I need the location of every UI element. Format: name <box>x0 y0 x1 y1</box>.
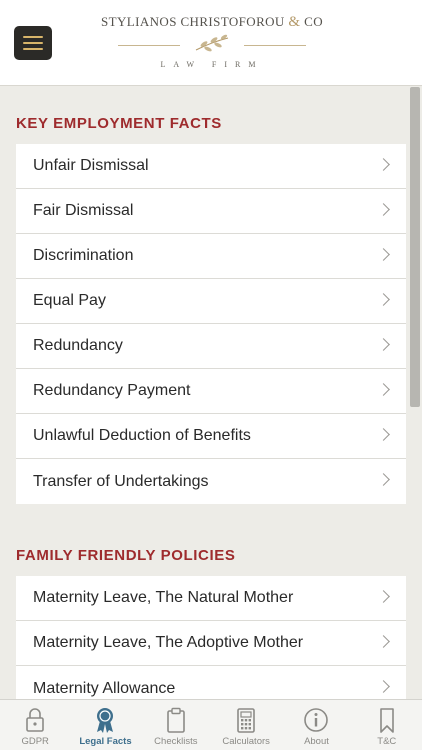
list-item-label: Transfer of Undertakings <box>33 472 209 490</box>
list-item[interactable]: Maternity Leave, The Natural Mother <box>16 576 406 621</box>
logo-title: STYLIANOS CHRISTOFOROU & CO <box>96 14 328 31</box>
chevron-right-icon <box>377 203 390 216</box>
list-item[interactable]: Maternity Leave, The Adoptive Mother <box>16 621 406 666</box>
chevron-right-icon <box>377 248 390 261</box>
tab-about[interactable]: About <box>281 700 351 750</box>
tab-label: Legal Facts <box>79 736 132 747</box>
tab-checklists[interactable]: Checklists <box>141 700 211 750</box>
tab-label: GDPR <box>21 736 49 747</box>
list-item-label: Unfair Dismissal <box>33 157 149 174</box>
logo-co: CO <box>304 14 323 29</box>
chevron-right-icon <box>377 635 390 648</box>
scrollbar[interactable] <box>410 87 420 407</box>
tab-gdpr[interactable]: GDPR <box>0 700 70 750</box>
list-item-label: Maternity Leave, The Adoptive Mother <box>33 634 304 651</box>
tab-label: T&C <box>377 736 397 747</box>
lock-icon <box>26 708 44 732</box>
chevron-right-icon <box>377 338 390 351</box>
list-item-label: Maternity Leave, The Natural Mother <box>33 589 294 606</box>
logo-rule-right <box>244 45 306 46</box>
chevron-right-icon <box>377 680 390 693</box>
list-item[interactable]: Transfer of Undertakings <box>16 459 406 504</box>
award-ribbon-icon <box>97 708 114 733</box>
list-item[interactable]: Unlawful Deduction of Benefits <box>16 414 406 459</box>
menu-line-icon <box>23 42 43 44</box>
chevron-right-icon <box>377 590 390 603</box>
hamburger-menu-button[interactable] <box>14 26 52 60</box>
section-title-key-employment: KEY EMPLOYMENT FACTS <box>16 115 222 132</box>
chevron-right-icon <box>377 383 390 396</box>
bookmark-icon <box>379 708 394 733</box>
firm-logo: STYLIANOS CHRISTOFOROU & CO LAW FIRM <box>96 14 328 74</box>
logo-rule-left <box>118 45 180 46</box>
list-item[interactable]: Redundancy <box>16 324 406 369</box>
list-item-label: Equal Pay <box>33 292 106 309</box>
list-item-label: Fair Dismissal <box>33 202 134 219</box>
legal-facts-content[interactable]: KEY EMPLOYMENT FACTS Unfair Dismissal Fa… <box>0 87 422 699</box>
chevron-right-icon <box>377 473 390 486</box>
tab-legal-facts[interactable]: Legal Facts <box>70 700 140 750</box>
bottom-tab-bar: GDPR Legal Facts Checklists Calculators <box>0 699 422 750</box>
calculator-icon <box>237 708 255 733</box>
list-item-label: Maternity Allowance <box>33 679 176 697</box>
family-friendly-list: Maternity Leave, The Natural Mother Mate… <box>16 576 406 699</box>
tab-calculators[interactable]: Calculators <box>211 700 281 750</box>
list-item-label: Redundancy <box>33 337 123 354</box>
olive-branch-icon <box>195 34 229 52</box>
chevron-right-icon <box>377 428 390 441</box>
menu-line-icon <box>23 36 43 38</box>
list-item-label: Discrimination <box>33 247 134 264</box>
list-item-label: Redundancy Payment <box>33 382 191 399</box>
clipboard-icon <box>167 707 185 733</box>
list-item[interactable]: Equal Pay <box>16 279 406 324</box>
tab-label: Calculators <box>222 736 270 747</box>
chevron-right-icon <box>377 293 390 306</box>
app-header: STYLIANOS CHRISTOFOROU & CO LAW FIRM <box>0 0 422 86</box>
list-item[interactable]: Discrimination <box>16 234 406 279</box>
list-item-label: Unlawful Deduction of Benefits <box>33 427 251 444</box>
section-title-family-friendly: FAMILY FRIENDLY POLICIES <box>16 547 236 564</box>
chevron-right-icon <box>377 158 390 171</box>
logo-subtitle: LAW FIRM <box>160 60 264 69</box>
logo-ampersand: & <box>288 14 301 30</box>
tab-label: About <box>304 736 329 747</box>
list-item[interactable]: Maternity Allowance <box>16 666 406 699</box>
list-item[interactable]: Fair Dismissal <box>16 189 406 234</box>
list-item[interactable]: Redundancy Payment <box>16 369 406 414</box>
logo-name: STYLIANOS CHRISTOFOROU <box>101 14 285 29</box>
tab-label: Checklists <box>154 736 198 747</box>
menu-line-icon <box>23 48 43 50</box>
tab-terms[interactable]: T&C <box>352 700 422 750</box>
key-employment-list: Unfair Dismissal Fair Dismissal Discrimi… <box>16 144 406 504</box>
list-item[interactable]: Unfair Dismissal <box>16 144 406 189</box>
info-icon <box>304 708 329 732</box>
